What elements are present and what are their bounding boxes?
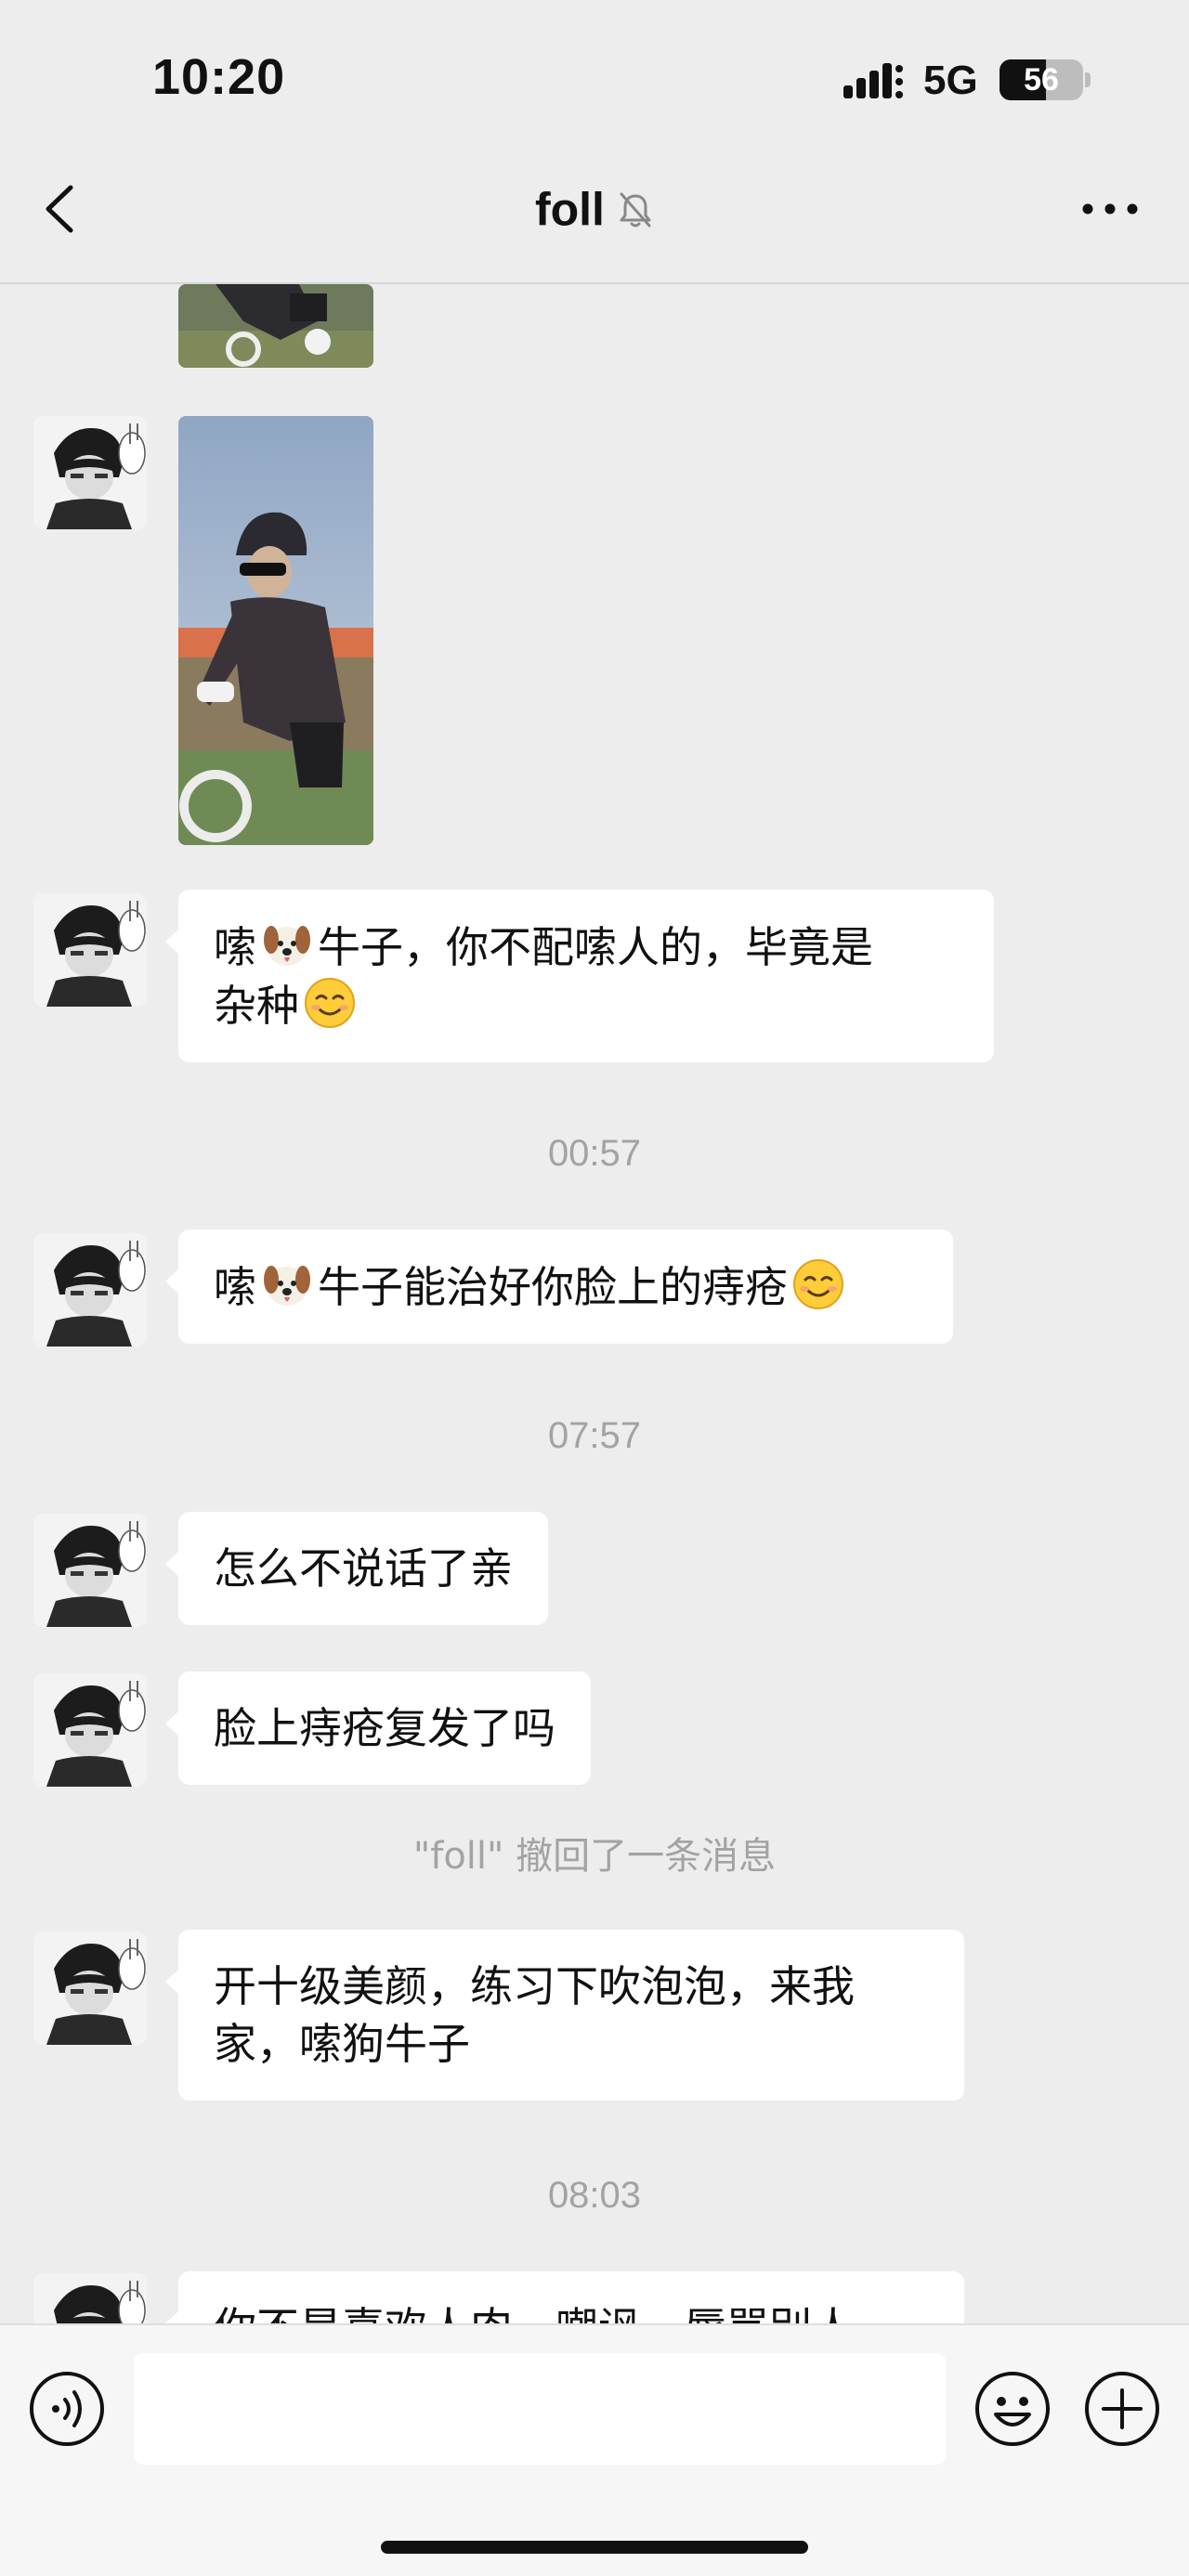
manga-avatar-icon <box>33 1514 147 1627</box>
smile-emoji-icon <box>793 1259 843 1309</box>
message-list[interactable]: 嗦 牛子，你不配嗦人的，毕竟是 杂种 00:57 嗦 牛子能治好你脸上的痔疮 0… <box>0 284 1189 2323</box>
message-text: 怎么不说话了亲 <box>214 1543 513 1594</box>
status-time: 10:20 <box>152 49 286 105</box>
chat-header: foll <box>0 139 1189 284</box>
network-label: 5G <box>923 58 978 103</box>
timestamp: 00:57 <box>547 1133 642 1174</box>
avatar[interactable] <box>33 1233 147 1347</box>
avatar[interactable] <box>33 2273 147 2323</box>
timestamp: 07:57 <box>547 1415 642 1456</box>
message-input[interactable] <box>134 2353 946 2465</box>
manga-avatar-icon <box>33 1233 147 1347</box>
recall-notice: "foll" 撤回了一条消息 <box>412 1835 777 1878</box>
signal-bars-icon <box>843 63 903 98</box>
back-chevron-icon[interactable] <box>33 176 89 241</box>
home-indicator[interactable] <box>381 2541 808 2554</box>
avatar[interactable] <box>33 893 147 1007</box>
manga-avatar-icon <box>33 2273 147 2323</box>
battery-percent: 56 <box>1024 62 1059 98</box>
avatar[interactable] <box>33 1514 147 1627</box>
avatar[interactable] <box>33 1673 147 1787</box>
message-bubble[interactable]: 嗦 牛子能治好你脸上的痔疮 <box>165 1229 953 1344</box>
dog-emoji-icon <box>264 1266 310 1306</box>
message-bubble[interactable]: 你不是喜欢人肉，嘲讽，辱骂别人 <box>165 2271 964 2323</box>
input-bar <box>0 2323 1189 2576</box>
message-bubble[interactable]: 脸上痔疮复发了吗 <box>165 1672 591 1785</box>
photo-message[interactable] <box>178 416 373 845</box>
more-dots-icon[interactable] <box>1078 186 1143 232</box>
message-text: 嗦 <box>214 922 256 972</box>
chat-title: foll <box>0 139 1189 279</box>
manga-avatar-icon <box>33 416 147 529</box>
status-bar: 10:20 5G 56 <box>0 0 1189 139</box>
voice-icon[interactable] <box>28 2370 106 2448</box>
message-bubble[interactable]: 怎么不说话了亲 <box>165 1512 548 1625</box>
muted-bell-icon <box>620 192 651 227</box>
plus-icon[interactable] <box>1083 2370 1161 2448</box>
message-text: 脸上痔疮复发了吗 <box>214 1703 555 1753</box>
manga-avatar-icon <box>33 893 147 1007</box>
photo-message-partial[interactable] <box>178 284 373 368</box>
cyclist-photo-thumbnail <box>178 284 373 368</box>
emoji-icon[interactable] <box>973 2370 1052 2448</box>
dog-emoji-icon <box>264 926 310 966</box>
manga-avatar-icon <box>33 1673 147 1787</box>
chat-title-name: foll <box>534 183 605 236</box>
smile-emoji-icon <box>305 978 355 1028</box>
manga-avatar-icon <box>33 1932 147 2045</box>
cyclist-photo <box>178 416 373 845</box>
message-text: 牛子，你不配嗦人的，毕竟是 <box>318 922 873 972</box>
message-text: 嗦 <box>214 1262 256 1312</box>
avatar[interactable] <box>33 1932 147 2045</box>
message-bubble[interactable]: 开十级美颜，练习下吹泡泡，来我 家，嗦狗牛子 <box>165 1930 964 2101</box>
timestamp: 08:03 <box>547 2175 642 2216</box>
message-bubble[interactable]: 嗦 牛子，你不配嗦人的，毕竟是 杂种 <box>165 890 994 1062</box>
message-text: 牛子能治好你脸上的痔疮 <box>318 1262 788 1312</box>
message-text: 你不是喜欢人肉，嘲讽，辱骂别人 <box>214 2303 855 2323</box>
avatar[interactable] <box>33 416 147 529</box>
battery-tip <box>1085 72 1091 87</box>
message-text: 杂种 <box>214 981 299 1031</box>
message-text: 家，嗦狗牛子 <box>214 2019 470 2069</box>
battery-icon: 56 <box>1000 59 1083 100</box>
message-text: 开十级美颜，练习下吹泡泡，来我 <box>214 1961 855 2011</box>
